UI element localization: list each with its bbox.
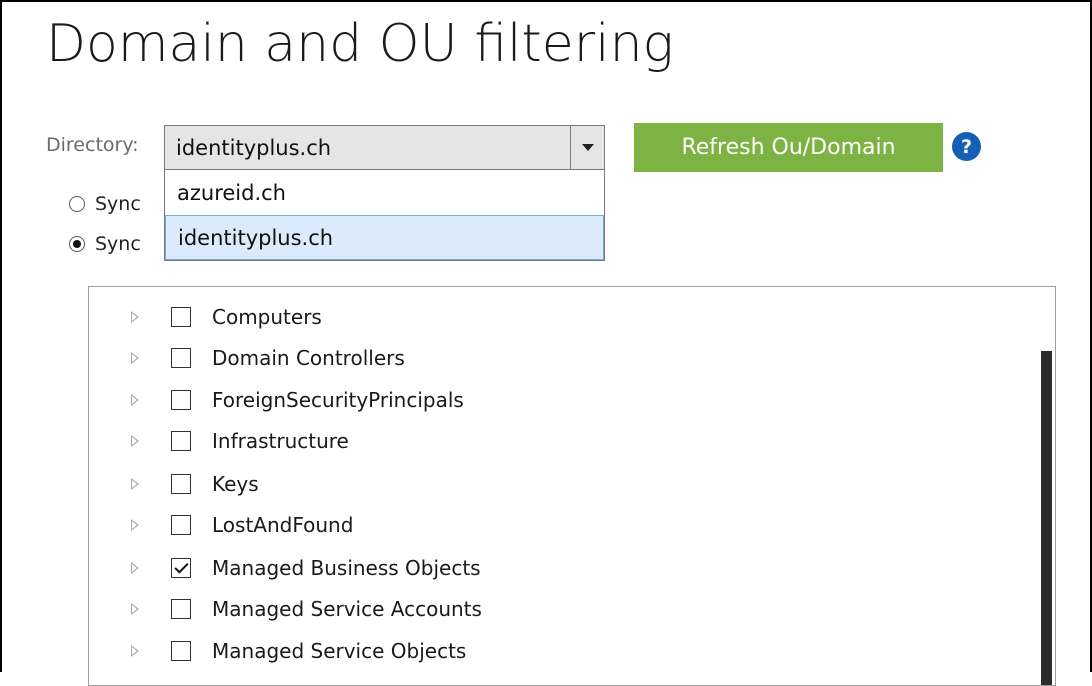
checkbox[interactable] bbox=[171, 348, 191, 368]
expand-arrow-icon[interactable] bbox=[131, 352, 139, 364]
tree-item-label: Infrastructure bbox=[212, 429, 349, 453]
tree-item-lost-and-found[interactable]: LostAndFound bbox=[131, 510, 353, 540]
expand-arrow-icon[interactable] bbox=[131, 478, 139, 490]
tree-item-label: Managed Service Accounts bbox=[212, 597, 482, 621]
vertical-scrollbar[interactable] bbox=[1038, 287, 1055, 685]
checkbox[interactable] bbox=[171, 515, 191, 535]
chevron-down-icon bbox=[581, 144, 594, 151]
radio-label: Sync bbox=[95, 193, 141, 215]
page-title: Domain and OU filtering bbox=[46, 14, 674, 74]
tree-item-computers[interactable]: Computers bbox=[131, 302, 322, 332]
radio-button[interactable] bbox=[69, 196, 85, 212]
radio-label: Sync bbox=[95, 233, 141, 255]
directory-option-identityplus[interactable]: identityplus.ch bbox=[165, 215, 604, 260]
checkbox[interactable] bbox=[171, 390, 191, 410]
dropdown-toggle-button[interactable] bbox=[570, 126, 604, 169]
directory-select-value: identityplus.ch bbox=[176, 136, 332, 160]
tree-item-label: Domain Controllers bbox=[212, 346, 405, 370]
ou-tree: Computers Domain Controllers ForeignSecu… bbox=[88, 286, 1056, 686]
tree-item-label: Managed Business Objects bbox=[212, 556, 481, 580]
sync-option-selected[interactable]: Sync bbox=[69, 233, 141, 255]
refresh-ou-domain-button[interactable]: Refresh Ou/Domain bbox=[634, 123, 943, 172]
directory-select[interactable]: identityplus.ch bbox=[164, 125, 605, 170]
expand-arrow-icon[interactable] bbox=[131, 645, 139, 657]
checkbox[interactable] bbox=[171, 307, 191, 327]
tree-item-label: ForeignSecurityPrincipals bbox=[212, 388, 464, 412]
checkbox[interactable] bbox=[171, 599, 191, 619]
radio-button-selected[interactable] bbox=[69, 236, 85, 252]
tree-item-label: Keys bbox=[212, 472, 259, 496]
directory-dropdown-list: azureid.ch identityplus.ch bbox=[164, 170, 605, 261]
expand-arrow-icon[interactable] bbox=[131, 562, 139, 574]
checkbox[interactable] bbox=[171, 431, 191, 451]
tree-item-foreign-security-principals[interactable]: ForeignSecurityPrincipals bbox=[131, 385, 464, 415]
tree-item-keys[interactable]: Keys bbox=[131, 469, 259, 499]
sync-option-all[interactable]: Sync bbox=[69, 193, 141, 215]
tree-item-managed-business-objects[interactable]: Managed Business Objects bbox=[131, 553, 481, 583]
directory-label: Directory: bbox=[46, 134, 139, 156]
tree-item-label: Computers bbox=[212, 305, 322, 329]
expand-arrow-icon[interactable] bbox=[131, 311, 139, 323]
tree-item-managed-service-objects[interactable]: Managed Service Objects bbox=[131, 636, 466, 666]
expand-arrow-icon[interactable] bbox=[131, 603, 139, 615]
help-icon[interactable]: ? bbox=[952, 132, 981, 161]
tree-item-label: LostAndFound bbox=[212, 513, 354, 537]
tree-item-infrastructure[interactable]: Infrastructure bbox=[131, 426, 349, 456]
expand-arrow-icon[interactable] bbox=[131, 394, 139, 406]
tree-item-managed-service-accounts[interactable]: Managed Service Accounts bbox=[131, 594, 482, 624]
checkbox[interactable] bbox=[171, 641, 191, 661]
tree-item-label: Managed Service Objects bbox=[212, 639, 467, 663]
tree-item-domain-controllers[interactable]: Domain Controllers bbox=[131, 343, 405, 373]
expand-arrow-icon[interactable] bbox=[131, 435, 139, 447]
directory-option-azureid[interactable]: azureid.ch bbox=[165, 170, 604, 215]
checkbox-checked[interactable] bbox=[171, 558, 191, 578]
scrollbar-thumb[interactable] bbox=[1041, 351, 1052, 685]
checkbox[interactable] bbox=[171, 474, 191, 494]
expand-arrow-icon[interactable] bbox=[131, 519, 139, 531]
